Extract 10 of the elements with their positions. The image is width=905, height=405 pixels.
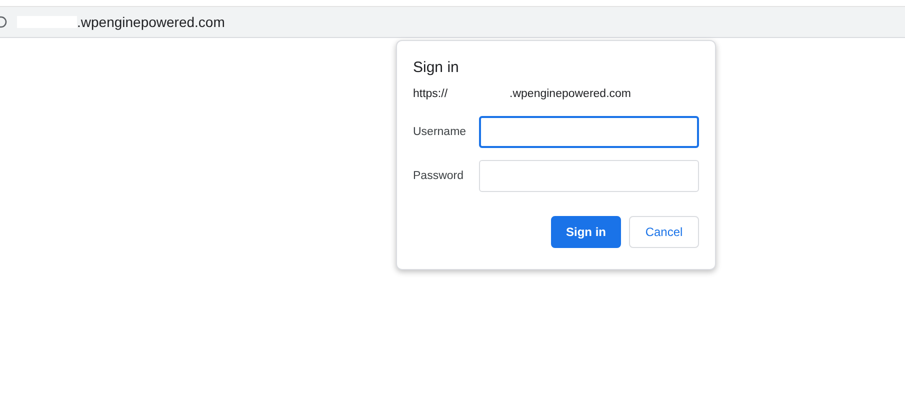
field-label: Username [413,126,468,138]
url-text: .wpenginepowered.com [77,14,225,30]
field-label: Password [413,170,464,182]
origin-text: https:// [413,88,448,100]
origin-text: .wpenginepowered.com [510,88,631,100]
cancel-button[interactable]: Cancel [629,216,699,248]
sign-in-button[interactable]: Sign in [551,216,621,248]
input-field[interactable] [478,116,699,148]
dialog-title: Sign in [413,59,460,76]
address-bar[interactable]: .wpenginepowered.com [0,7,905,38]
